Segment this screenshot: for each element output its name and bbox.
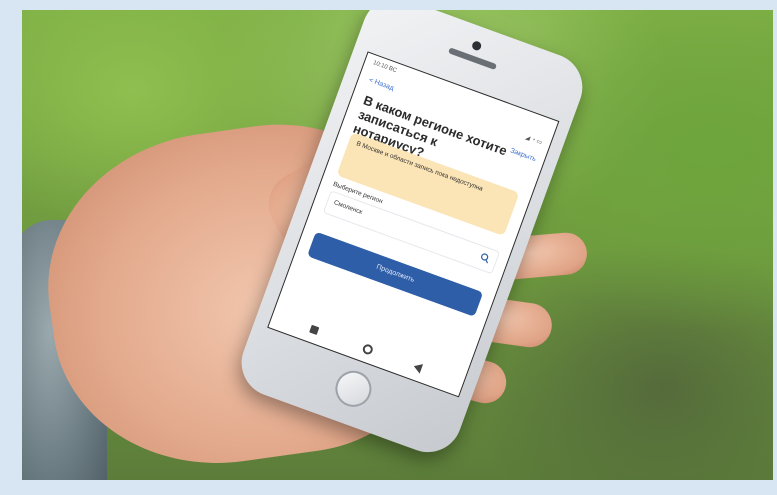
home-button[interactable]	[330, 365, 377, 412]
speaker	[448, 47, 498, 71]
phone: 10:10 ВС ◢ ◔ ▭ < Назад Закрыть В каком р…	[232, 10, 592, 462]
status-time: 10:10 ВС	[372, 60, 398, 75]
triangle-back-icon[interactable]	[412, 361, 424, 374]
search-icon[interactable]	[479, 252, 492, 265]
circle-icon[interactable]	[361, 342, 375, 356]
image-frame: 10:10 ВС ◢ ◔ ▭ < Назад Закрыть В каком р…	[0, 0, 777, 495]
square-icon[interactable]	[309, 324, 320, 336]
photo: 10:10 ВС ◢ ◔ ▭ < Назад Закрыть В каком р…	[22, 10, 773, 480]
region-value: Смоленск	[332, 199, 364, 216]
back-link[interactable]: < Назад	[368, 77, 395, 93]
camera-icon	[470, 40, 483, 52]
phone-screen: 10:10 ВС ◢ ◔ ▭ < Назад Закрыть В каком р…	[267, 51, 560, 398]
phone-wrap: 10:10 ВС ◢ ◔ ▭ < Назад Закрыть В каком р…	[227, 10, 592, 480]
status-icons: ◢ ◔ ▭	[524, 134, 543, 147]
